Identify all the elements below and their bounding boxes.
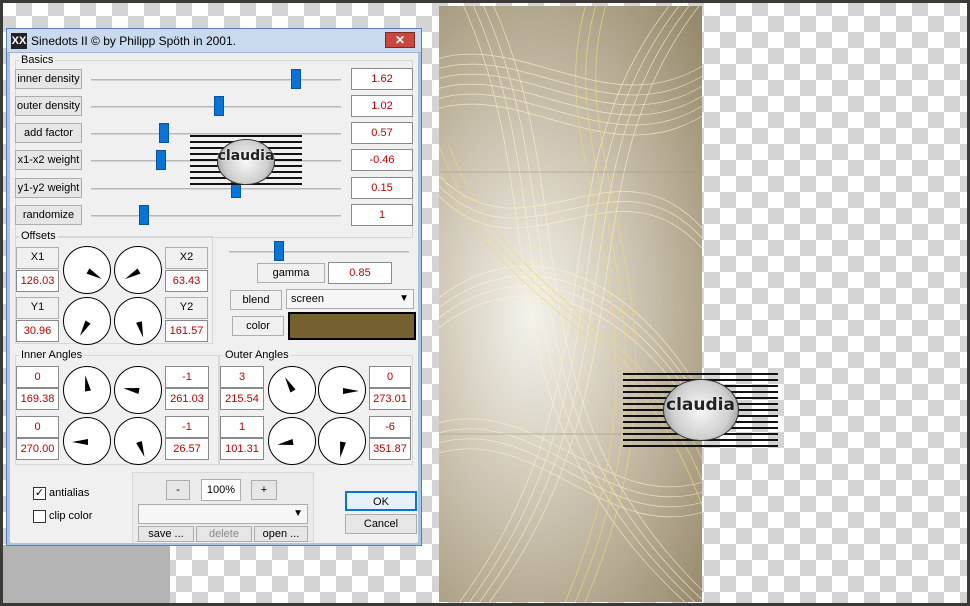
outer-frame — [0, 0, 970, 606]
